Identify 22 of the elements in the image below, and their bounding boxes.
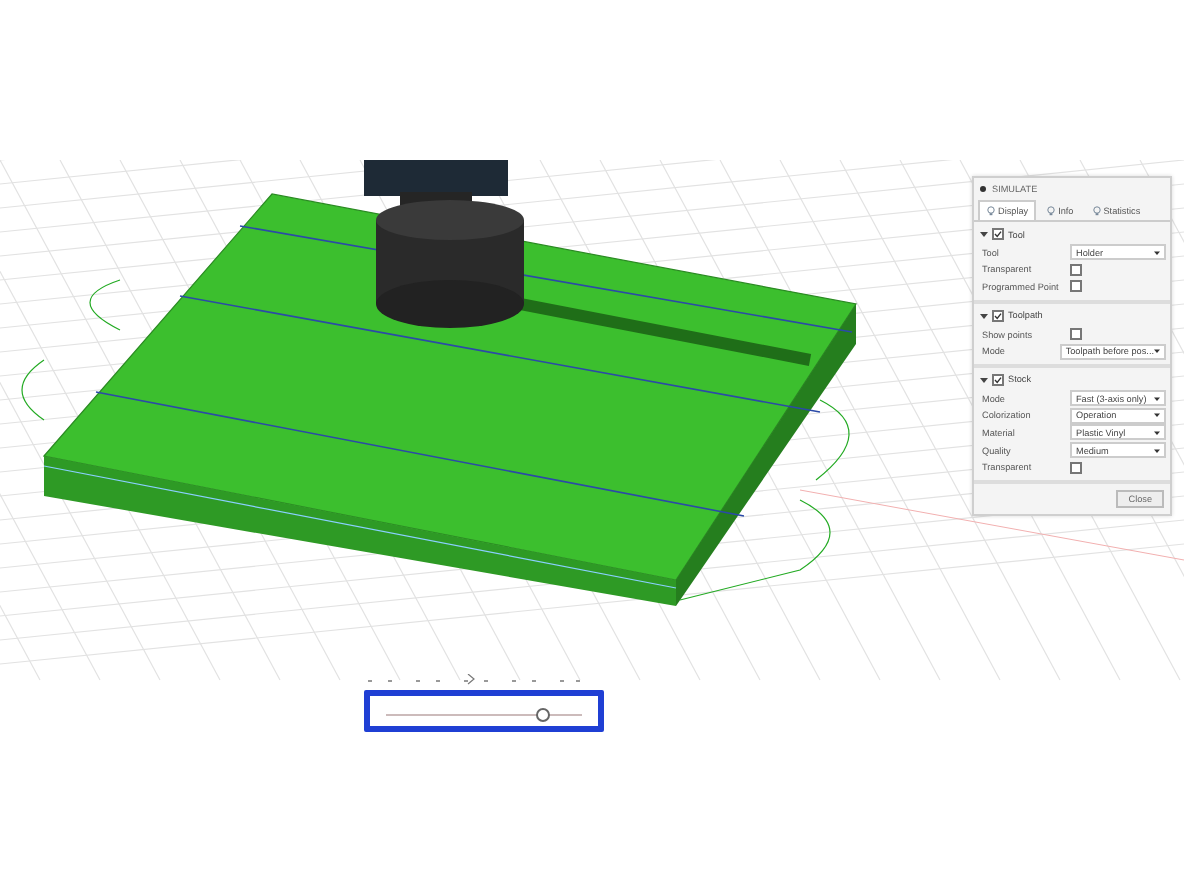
bulb-icon	[1091, 206, 1102, 216]
timeline-slider[interactable]	[364, 690, 604, 732]
checkbox[interactable]	[1070, 263, 1082, 276]
checkbox[interactable]	[992, 228, 1004, 240]
caret-icon	[1154, 395, 1160, 402]
collapse-triangle-icon[interactable]	[980, 230, 988, 238]
caret-icon	[1154, 447, 1160, 454]
caret-icon	[1154, 429, 1160, 436]
checkbox[interactable]	[992, 309, 1004, 322]
collapse-triangle-icon[interactable]	[980, 311, 988, 320]
bulb-icon	[986, 206, 996, 216]
caret-icon	[1154, 412, 1160, 419]
caret-icon	[1154, 249, 1160, 256]
checkbox[interactable]	[1070, 280, 1082, 293]
checkbox[interactable]	[992, 373, 1004, 386]
checkbox[interactable]	[1070, 461, 1082, 474]
collapse-triangle-icon[interactable]	[980, 375, 988, 384]
checkbox[interactable]	[1070, 328, 1082, 341]
slider-handle[interactable]	[536, 708, 551, 722]
panel-dot-icon	[980, 186, 986, 192]
bulb-icon	[1046, 206, 1057, 216]
caret-icon	[1154, 348, 1160, 355]
